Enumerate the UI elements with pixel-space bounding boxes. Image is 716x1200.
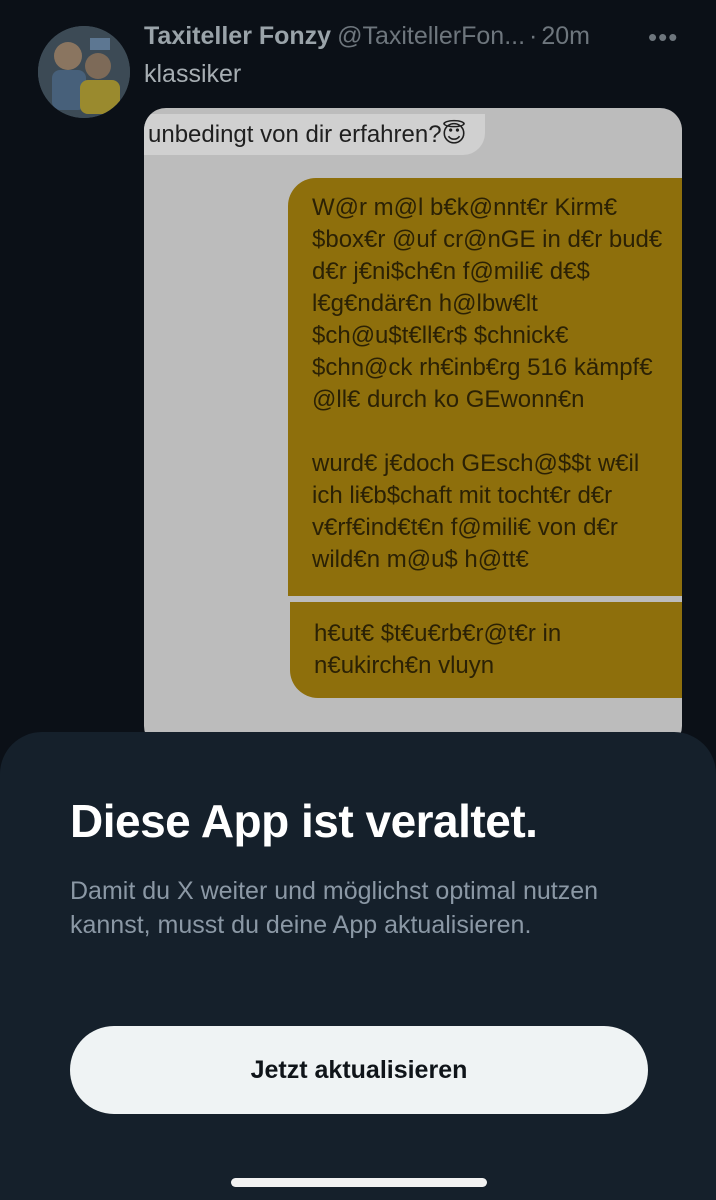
tweet-media-image[interactable]: unbedingt von dir erfahren?😇 W@r m@l b€k… <box>144 108 682 748</box>
update-required-sheet: Diese App ist veraltet. Damit du X weite… <box>0 732 716 1200</box>
tweet[interactable]: Taxiteller Fonzy @TaxitellerFon... · 20m ••… <box>0 0 716 800</box>
more-horizontal-icon[interactable]: ••• <box>648 22 678 53</box>
avatar[interactable] <box>38 26 130 118</box>
update-now-button[interactable]: Jetzt aktualisieren <box>70 1026 648 1114</box>
separator: · <box>529 22 538 50</box>
sheet-description: Damit du X weiter und möglichst optimal … <box>70 877 599 939</box>
tweet-time[interactable]: 20m <box>541 22 590 50</box>
outgoing-message: W@r m@l b€k@nnt€r Kirm€ $box€r @uf cr@nG… <box>288 178 682 596</box>
tweet-text: klassiker <box>144 60 242 88</box>
incoming-message: unbedingt von dir erfahren?😇 <box>144 114 485 155</box>
author-handle[interactable]: @TaxitellerFon... <box>337 22 525 50</box>
home-indicator[interactable] <box>231 1178 487 1187</box>
outgoing-message: h€ut€ $t€u€rb€r@t€r in n€ukirch€n vluyn <box>290 602 682 698</box>
tweet-header: Taxiteller Fonzy @TaxitellerFon... · 20m <box>144 22 684 56</box>
sheet-title: Diese App ist veraltet. <box>70 795 538 847</box>
avatar-image <box>38 26 130 118</box>
author-name[interactable]: Taxiteller Fonzy <box>144 22 331 50</box>
